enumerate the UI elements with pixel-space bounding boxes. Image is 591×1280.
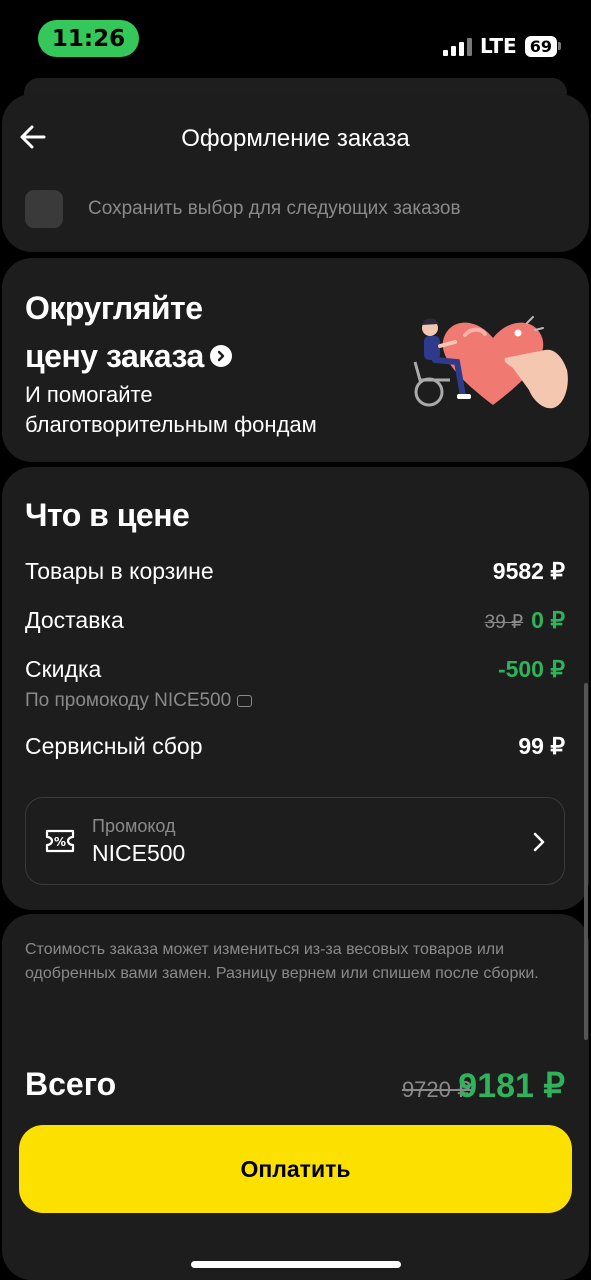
signal-icon	[442, 37, 472, 56]
promo-code-placeholder: Промокод	[92, 816, 176, 836]
status-time: 11:26	[38, 20, 139, 57]
ticket-small-icon	[237, 695, 253, 707]
row-label-discount: Скидка	[25, 656, 102, 682]
row-label-service-fee: Сервисный сбор	[25, 733, 203, 759]
row-value-service-fee: 99 ₽	[518, 733, 565, 759]
row-label-items: Товары в корзине	[25, 558, 214, 584]
round-up-subtitle-line1: И помогайте	[25, 382, 153, 407]
save-choice-label[interactable]: Сохранить выбор для следующих заказов	[88, 198, 461, 220]
promo-code-value: NICE500	[92, 840, 186, 866]
page-title: Оформление заказа	[181, 125, 410, 152]
row-value-items: 9582 ₽	[492, 558, 565, 584]
price-breakdown-title: Что в цене	[25, 497, 190, 533]
delivery-price: 0 ₽	[531, 607, 565, 633]
discount-note: По промокоду NICE500	[25, 690, 253, 712]
delivery-old-price: 39 ₽	[484, 612, 524, 633]
promo-code-field[interactable]: % Промокод NICE500	[25, 797, 565, 885]
status-indicators: LTE 69	[442, 34, 561, 58]
battery-icon: 69	[524, 35, 561, 57]
header-card	[2, 94, 589, 252]
chevron-right-icon	[209, 344, 232, 367]
round-up-title[interactable]: Округляйте цену заказа	[25, 284, 232, 380]
pay-button[interactable]: Оплатить	[19, 1125, 572, 1213]
round-up-subtitle-line2: благотворительным фондам	[25, 412, 317, 437]
network-label: LTE	[479, 34, 517, 58]
home-indicator[interactable]	[191, 1261, 401, 1268]
row-label-delivery: Доставка	[25, 607, 124, 633]
price-disclaimer: Стоимость заказа может измениться из-за …	[25, 941, 539, 982]
total-price: 9181 ₽	[458, 1067, 565, 1105]
svg-text:%: %	[54, 835, 66, 849]
discount-note-text: По промокоду NICE500	[25, 690, 232, 711]
row-value-delivery: 39 ₽ 0 ₽	[485, 607, 565, 634]
total-label: Всего	[25, 1066, 117, 1102]
round-up-title-line1: Округляйте	[25, 290, 203, 326]
save-choice-checkbox[interactable]	[25, 190, 63, 228]
round-up-subtitle: И помогайте благотворительным фондам	[25, 380, 317, 440]
charity-heart-illustration	[413, 316, 568, 409]
row-value-discount: -500 ₽	[497, 656, 565, 682]
scrollbar[interactable]	[584, 683, 588, 1040]
round-up-title-line2: цену заказа	[25, 338, 204, 374]
battery-level: 69	[524, 35, 557, 57]
promo-ticket-icon: %	[45, 829, 75, 853]
chevron-right-icon	[533, 832, 545, 852]
